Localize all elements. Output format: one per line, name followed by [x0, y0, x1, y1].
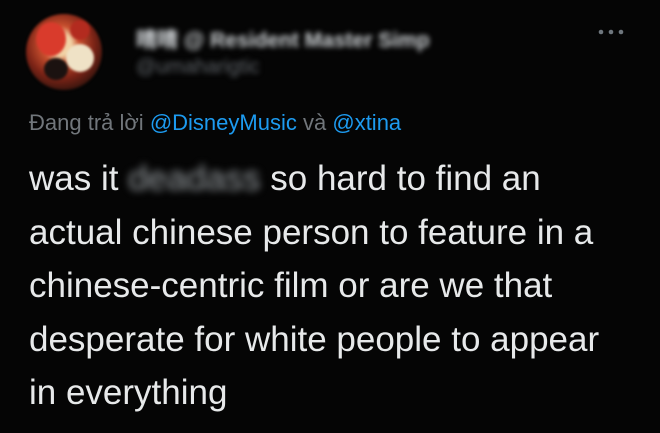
avatar-shape: [66, 44, 94, 72]
tweet: 晴晴 @ Resident Master Simp @umaharigtic Đ…: [0, 0, 660, 433]
mention-xtina-link[interactable]: @xtina: [332, 110, 401, 135]
mention-disneymusic-link[interactable]: @DisneyMusic: [150, 110, 297, 135]
author-display-name[interactable]: 晴晴 @ Resident Master Simp: [136, 24, 430, 54]
censored-word: deadass: [128, 159, 261, 198]
author-handle[interactable]: @umaharigtic: [136, 56, 260, 79]
avatar[interactable]: [26, 14, 102, 90]
tweet-text-segment: so hard to find an: [270, 159, 541, 198]
tweet-text-line: chinese-centric film or are we that: [29, 266, 553, 305]
avatar-shape: [36, 22, 66, 56]
tweet-text-line: in everything: [29, 373, 228, 412]
tweet-text: was it deadass so hard to find an actual…: [29, 152, 649, 420]
avatar-shape: [44, 58, 68, 80]
tweet-text-line: actual chinese person to feature in a: [29, 212, 594, 252]
avatar-shape: [70, 20, 90, 40]
replying-to: Đang trả lời @DisneyMusic và @xtina: [29, 110, 401, 136]
tweet-text-segment: was it: [29, 159, 119, 198]
replying-to-label: Đang trả lời: [29, 110, 144, 135]
more-horizontal-icon[interactable]: [596, 26, 626, 38]
tweet-text-line: desperate for white people to appear: [29, 319, 600, 359]
replying-to-joiner: và: [302, 110, 327, 135]
tweet-text-line: was it deadass so hard to find an: [29, 152, 649, 206]
